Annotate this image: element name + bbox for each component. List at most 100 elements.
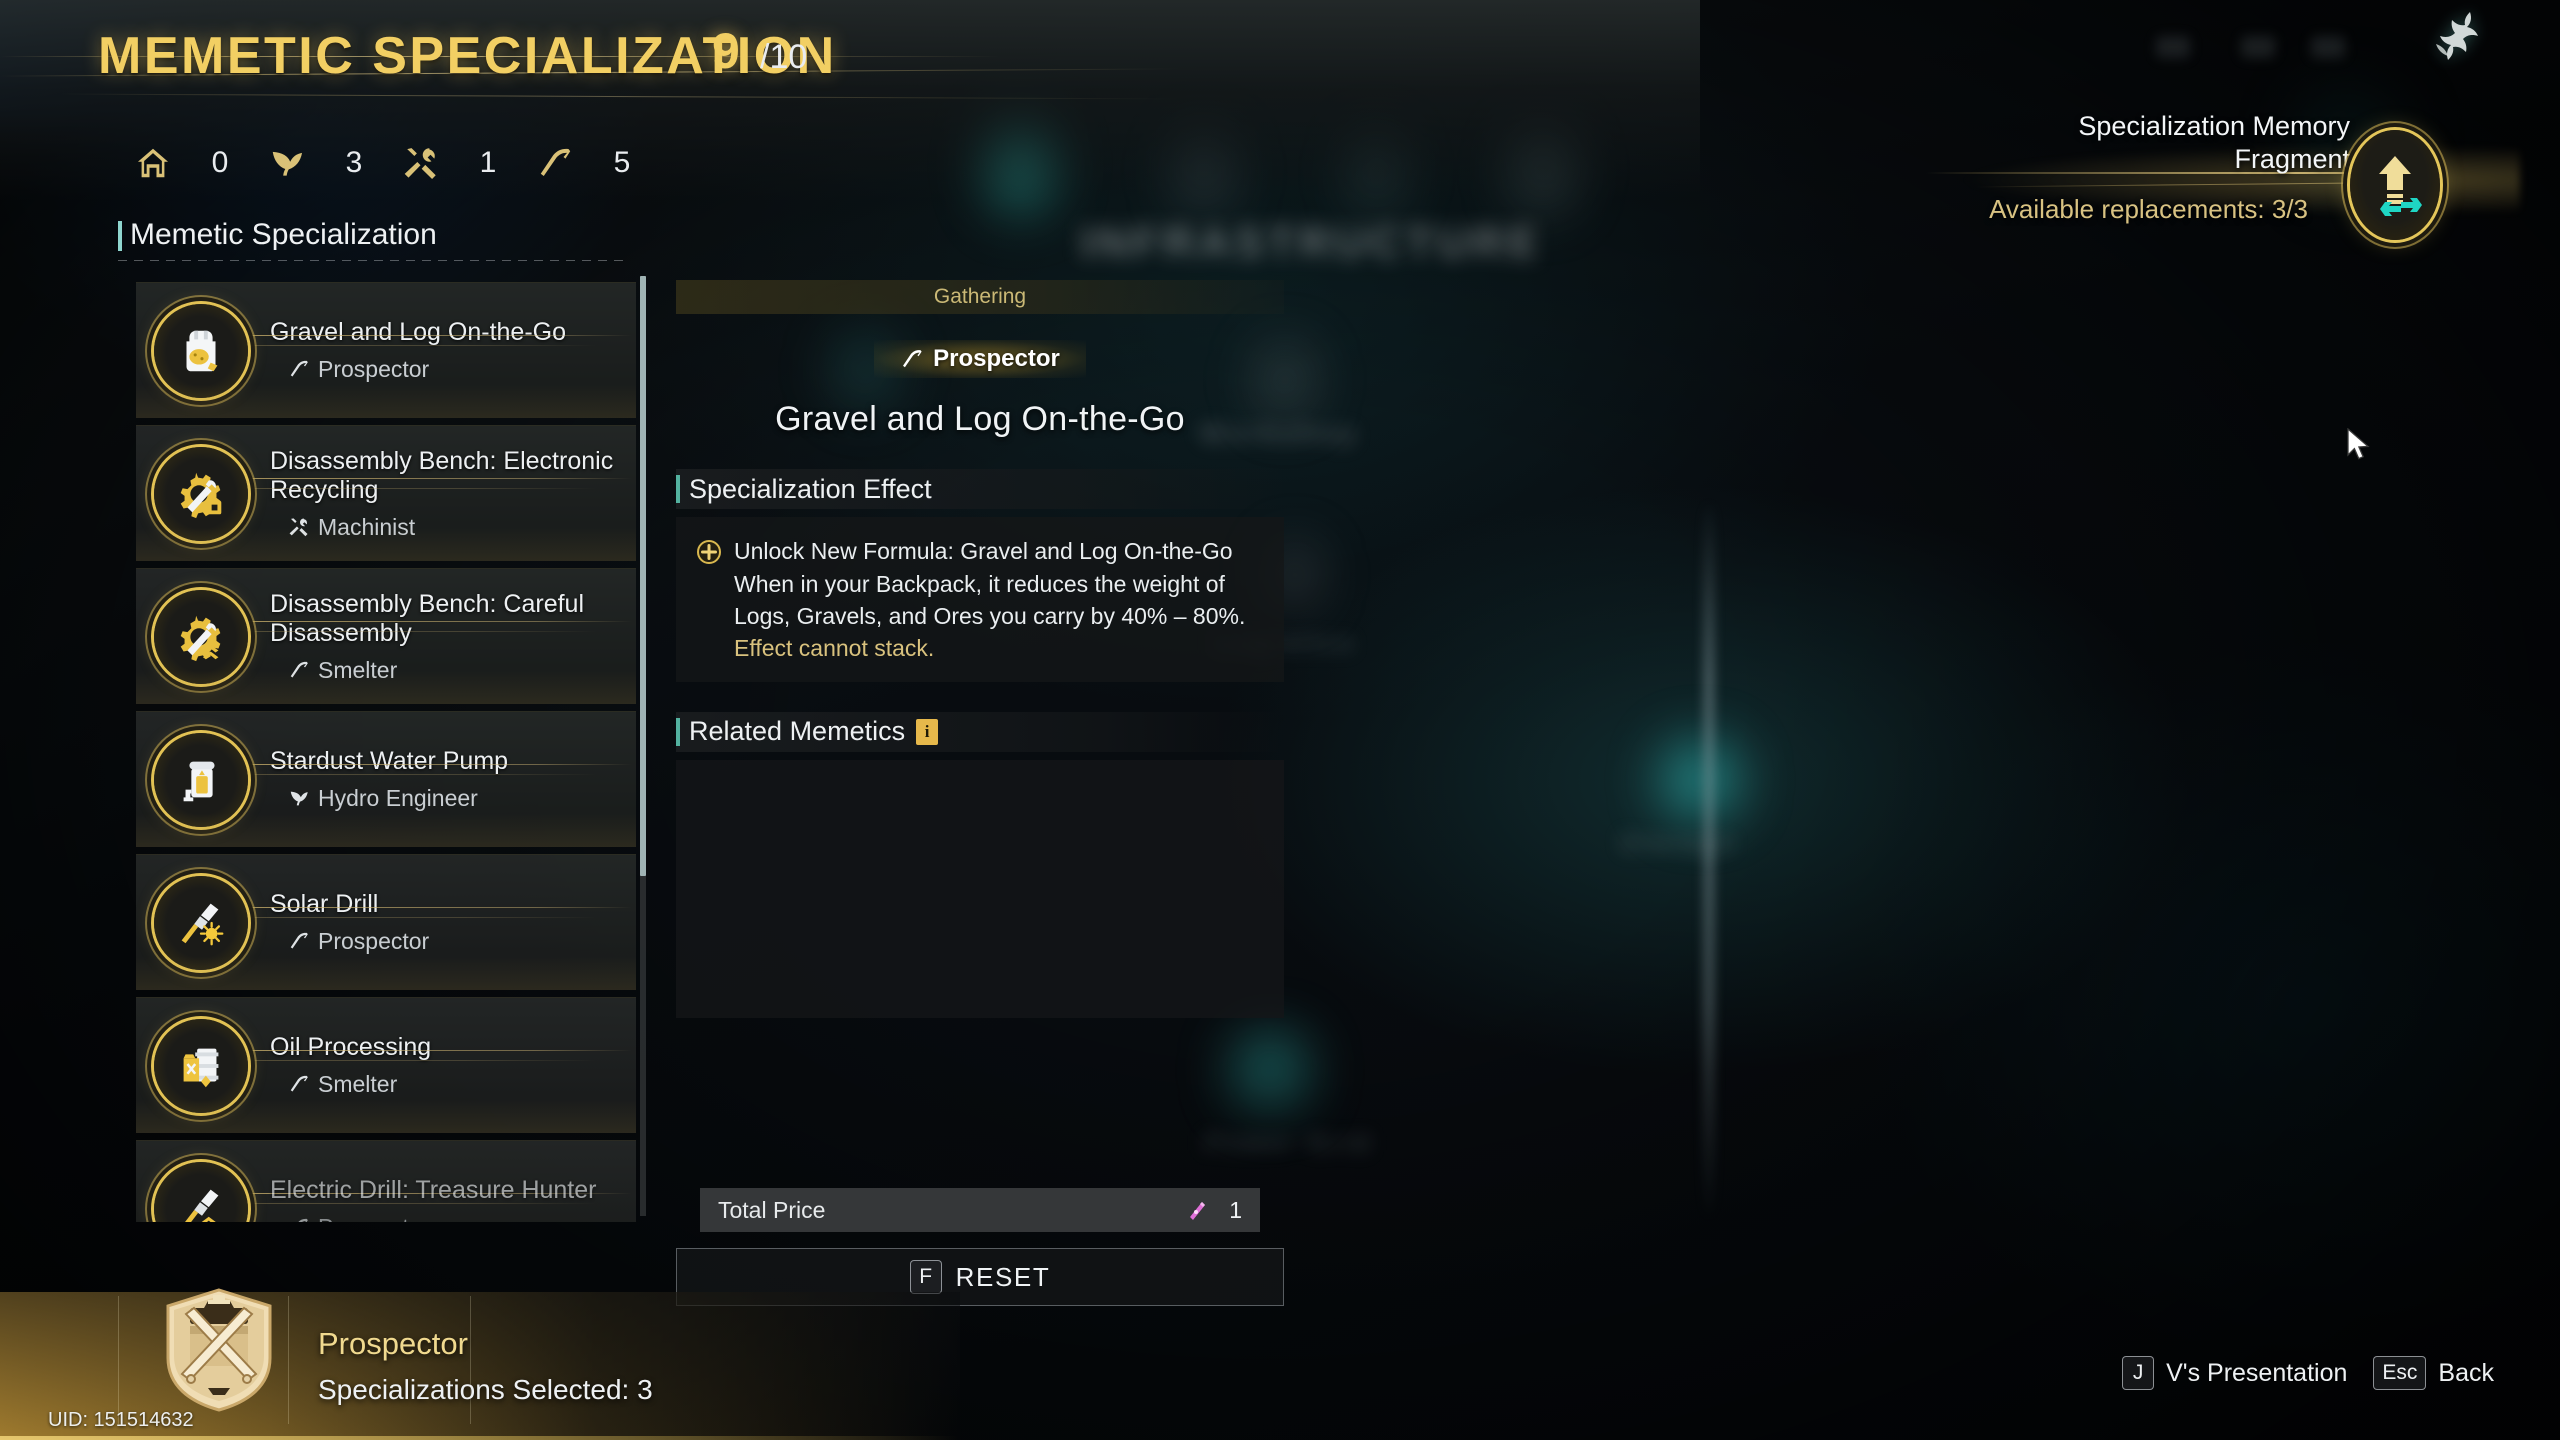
game-emblem-icon: [2422, 10, 2492, 72]
pickaxe-icon: [290, 361, 308, 377]
pickaxe-icon: [903, 350, 922, 368]
row-accent-line: [196, 478, 632, 479]
category-tab[interactable]: Gathering: [676, 280, 1284, 314]
list-item-role: Prospector: [270, 1214, 624, 1222]
specialization-effect-box: Unlock New Formula: Gravel and Log On-th…: [676, 517, 1284, 682]
upgrade-swap-icon[interactable]: [2350, 130, 2440, 240]
drill-chevron-icon: [154, 1161, 248, 1222]
effect-warning: Effect cannot stack.: [734, 634, 935, 661]
backpack-gravel-icon: [154, 303, 248, 398]
specialization-max: /10: [760, 38, 808, 76]
gear-wrench-chip-icon: [154, 446, 248, 541]
list-item-name: Stardust Water Pump: [270, 747, 509, 776]
related-memetics-label: Related Memetics: [689, 716, 906, 747]
hint-presentation[interactable]: J V's Presentation: [2122, 1356, 2347, 1390]
list-item-text: Electric Drill: Treasure Hunter Prospect…: [270, 1176, 636, 1222]
detail-role-row: Prospector: [676, 340, 1284, 378]
dimmed-icon: [2241, 36, 2275, 58]
footer-selected-count: Specializations Selected: 3: [318, 1374, 653, 1405]
memory-fragment-icon: [1184, 1197, 1210, 1223]
effect-description: Unlock New Formula: Gravel and Log On-th…: [734, 538, 1246, 630]
fragment-title-line1: Specialization Memory: [2078, 111, 2350, 141]
list-item-text: Stardust Water Pump Hydro Engineer: [270, 747, 636, 812]
list-scrollbar-thumb[interactable]: [640, 276, 646, 876]
list-item-text: Oil Processing Smelter: [270, 1033, 636, 1098]
list-item-role: Prospector: [270, 928, 624, 955]
row-accent-line: [196, 1050, 632, 1051]
hint-keycap: Esc: [2373, 1356, 2427, 1390]
mouse-cursor: [2346, 427, 2372, 462]
stat-home: 0: [130, 140, 264, 186]
reset-keycap: F: [909, 1260, 942, 1294]
plus-circle-icon: [696, 539, 722, 662]
row-accent-line: [196, 764, 632, 765]
gear-wrench-chevron-icon: [154, 589, 248, 684]
row-accent-line: [196, 907, 632, 908]
list-item-role-label: Smelter: [318, 656, 398, 683]
list-item[interactable]: Stardust Water Pump Hydro Engineer: [136, 711, 636, 847]
list-item[interactable]: Oil Processing Smelter: [136, 997, 636, 1133]
uid-label: UID: 151514632: [48, 1409, 194, 1431]
hint-label: Back: [2438, 1358, 2494, 1387]
list-item-text: Disassembly Bench: Electronic Recycling …: [270, 447, 636, 541]
list-item-role-label: Prospector: [318, 355, 430, 382]
list-item[interactable]: Solar Drill Prospector: [136, 854, 636, 990]
list-item-role: Prospector: [270, 356, 624, 383]
list-item-role: Smelter: [270, 1071, 624, 1098]
pickaxe-icon: [290, 1076, 308, 1092]
footer-role: Prospector: [318, 1326, 468, 1361]
specialization-effect-heading: Specialization Effect: [676, 469, 1284, 509]
effect-text-wrap: Unlock New Formula: Gravel and Log On-th…: [734, 535, 1264, 662]
fragment-title-line2: Fragment: [2234, 143, 2350, 174]
footer-hints: J V's Presentation Esc Back: [2122, 1356, 2494, 1390]
total-price-value: 1: [1229, 1196, 1242, 1223]
pickaxe-icon: [298, 1219, 308, 1222]
tools-icon: [398, 140, 444, 186]
related-memetics-heading: Related Memetics i: [676, 711, 1284, 752]
list-scrollbar[interactable]: [640, 276, 646, 1216]
related-memetics-box: [676, 759, 1284, 1018]
list-item-role: Smelter: [270, 657, 624, 684]
stat-value: 5: [613, 146, 631, 179]
list-item-role-label: Smelter: [318, 1070, 398, 1097]
list-item[interactable]: Gravel and Log On-the-Go Prospector: [136, 282, 636, 418]
footer-divider: [288, 1296, 289, 1424]
list-item-name: Disassembly Bench: Electronic Recycling: [270, 446, 614, 505]
total-price-row: Total Price 1: [700, 1188, 1260, 1232]
info-icon[interactable]: i: [916, 718, 939, 745]
list-item[interactable]: Disassembly Bench: Careful Disassembly S…: [136, 568, 636, 704]
list-item-role-label: Machinist: [318, 513, 416, 540]
detail-role-chip: Prospector: [874, 340, 1086, 378]
drill-sun-icon: [154, 875, 248, 970]
sidebar-heading: Memetic Specialization: [118, 218, 437, 252]
list-item-name: Solar Drill: [270, 890, 379, 919]
detail-panel: Gathering Prospector Gravel and Log On-t…: [676, 280, 1284, 1018]
list-item-role-label: Prospector: [318, 927, 430, 954]
specialization-count: 9: [712, 23, 740, 79]
list-item-name: Gravel and Log On-the-Go: [270, 318, 566, 347]
hint-label: V's Presentation: [2166, 1358, 2348, 1387]
hint-back[interactable]: Esc Back: [2373, 1356, 2494, 1390]
specialization-effect-label: Specialization Effect: [689, 473, 932, 504]
dimmed-icon: [2156, 36, 2190, 58]
available-replacements: Available replacements: 3/3: [1989, 194, 2308, 224]
list-item[interactable]: Electric Drill: Treasure Hunter Prospect…: [136, 1140, 636, 1222]
footer-divider: [118, 1296, 119, 1424]
hint-keycap: J: [2122, 1356, 2155, 1390]
dimmed-icon: [2311, 36, 2345, 58]
list-item-role: Machinist: [270, 514, 624, 541]
list-item-text: Disassembly Bench: Careful Disassembly S…: [270, 590, 636, 684]
total-price-label: Total Price: [718, 1196, 826, 1223]
stat-value: 1: [479, 146, 497, 179]
leaf-icon: [290, 791, 308, 806]
game-screen: INFRASTRUCTURE Workshop Logistics Power …: [0, 0, 2560, 1440]
stat-prospector: 5: [532, 140, 666, 186]
stat-value: 3: [345, 146, 363, 179]
list-item[interactable]: Disassembly Bench: Electronic Recycling …: [136, 425, 636, 561]
water-pump-icon: [154, 732, 248, 827]
specialization-list[interactable]: Gravel and Log On-the-Go Prospector Disa…: [136, 282, 636, 1222]
leaf-icon: [264, 140, 310, 186]
sidebar-divider: [118, 260, 628, 261]
pickaxe-icon: [532, 140, 578, 186]
effect-row: Unlock New Formula: Gravel and Log On-th…: [696, 535, 1264, 662]
